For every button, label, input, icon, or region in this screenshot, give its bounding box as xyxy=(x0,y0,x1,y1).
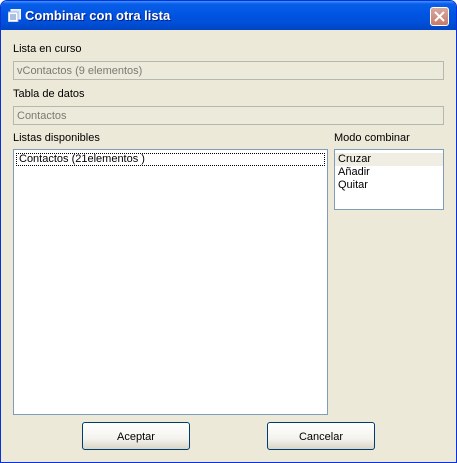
close-icon xyxy=(434,11,445,22)
current-list-label: Lista en curso xyxy=(13,43,82,55)
title-bar[interactable]: Combinar con otra lista xyxy=(1,1,456,30)
list-window-icon xyxy=(7,8,22,23)
mode-option-quitar[interactable]: Quitar xyxy=(335,179,443,192)
combine-mode-listbox[interactable]: Cruzar Añadir Quitar xyxy=(334,149,444,210)
current-list-field: vContactos (9 elementos) xyxy=(13,61,444,80)
data-table-field: Contactos xyxy=(13,106,444,125)
mode-option-anadir[interactable]: Añadir xyxy=(335,166,443,179)
available-lists-label: Listas disponibles xyxy=(13,132,100,144)
combine-mode-label: Modo combinar xyxy=(334,132,410,144)
cancel-button[interactable]: Cancelar xyxy=(267,422,375,450)
dialog-window: Combinar con otra lista Lista en curso v… xyxy=(0,0,457,463)
list-item[interactable]: Contactos (21elementos ) xyxy=(16,153,325,166)
mode-option-cruzar[interactable]: Cruzar xyxy=(335,153,443,166)
available-lists-listbox[interactable]: Contactos (21elementos ) xyxy=(13,149,328,415)
window-title: Combinar con otra lista xyxy=(25,8,171,23)
accept-button[interactable]: Aceptar xyxy=(82,422,190,450)
data-table-label: Tabla de datos xyxy=(13,88,85,100)
close-button[interactable] xyxy=(430,7,449,26)
